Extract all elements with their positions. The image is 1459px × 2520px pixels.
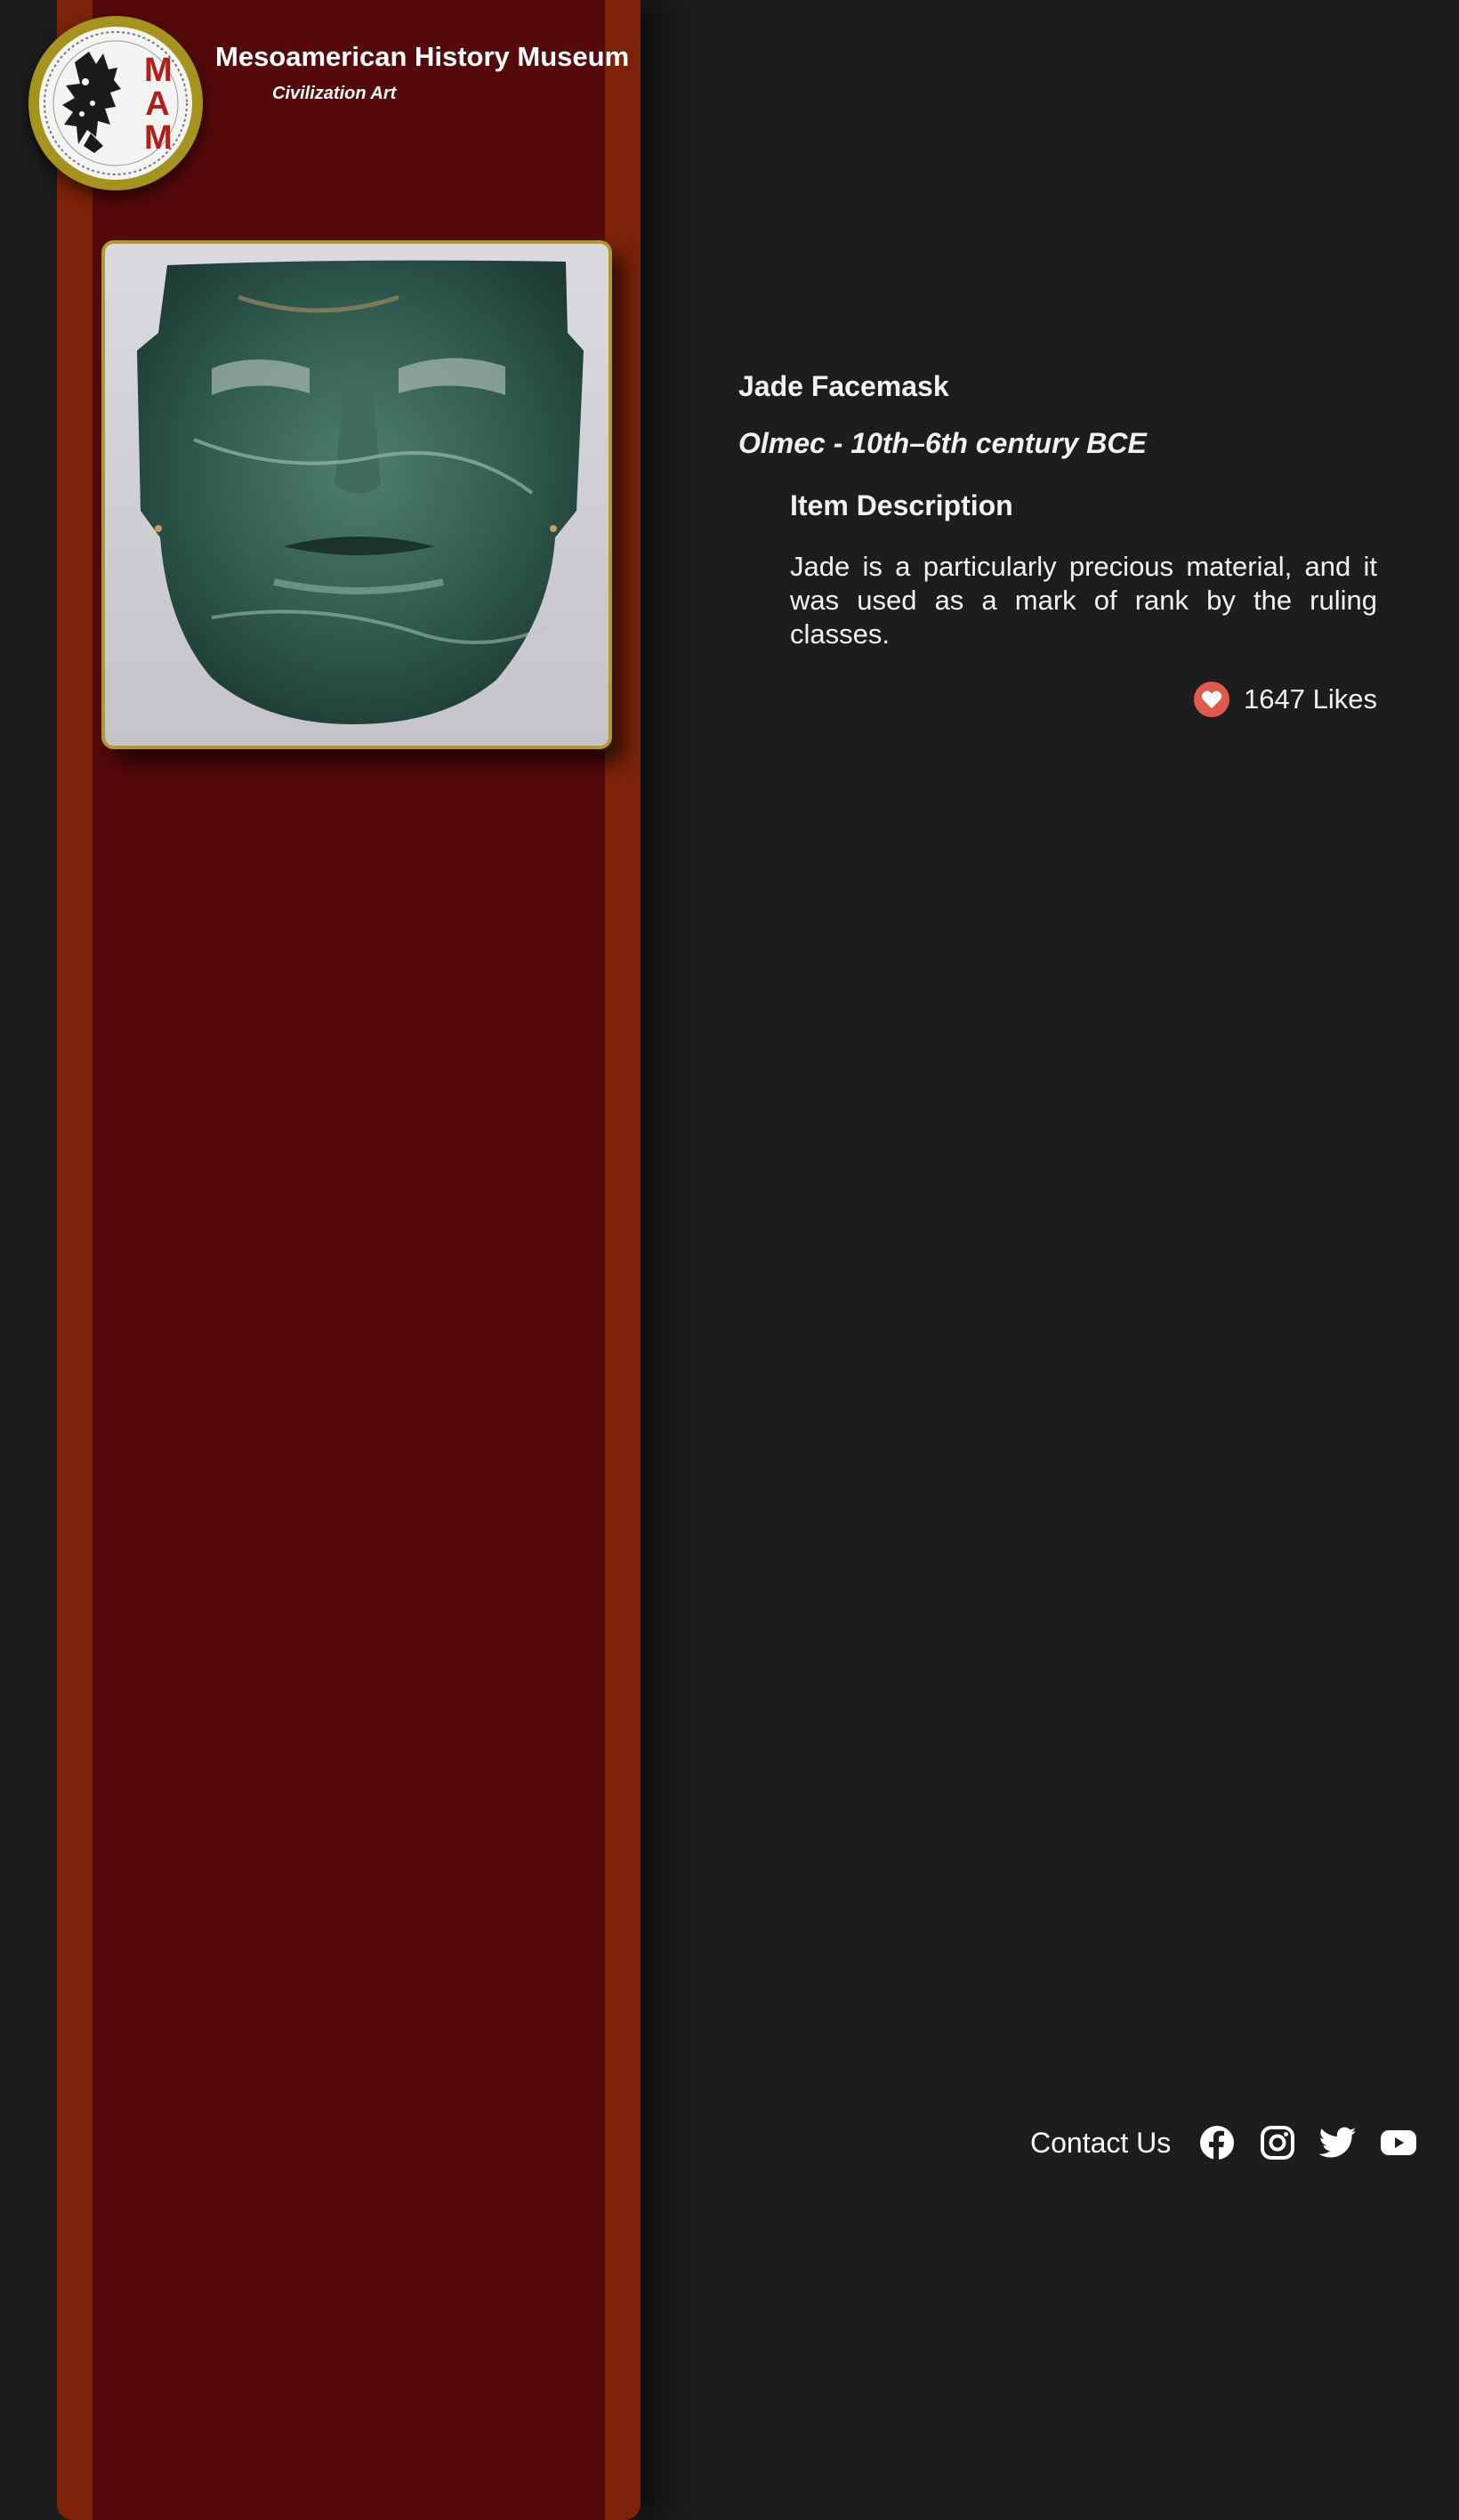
artwork-image-frame[interactable]	[101, 240, 612, 749]
footer-social-bar: Contact Us	[1030, 2123, 1439, 2162]
instagram-icon[interactable]	[1258, 2123, 1297, 2162]
museum-logo[interactable]: MAM	[28, 16, 203, 190]
item-origin: Olmec - 10th–6th century BCE	[738, 427, 1147, 459]
item-title: Jade Facemask	[738, 370, 949, 402]
item-description: Jade is a particularly precious material…	[790, 551, 1377, 650]
youtube-icon[interactable]	[1379, 2123, 1418, 2162]
facebook-icon[interactable]	[1197, 2123, 1237, 2162]
museum-subtitle: Civilization Art	[272, 84, 397, 103]
logo-letters: MAM	[144, 52, 173, 157]
contact-us-link[interactable]: Contact Us	[1030, 2127, 1171, 2160]
twitter-icon[interactable]	[1318, 2123, 1358, 2162]
description-heading: Item Description	[790, 489, 1013, 521]
like-button[interactable]	[1194, 682, 1230, 717]
jade-mask-image	[105, 244, 609, 746]
museum-title[interactable]: Mesoamerican History Museum	[215, 41, 629, 73]
likes-count: 1647 Likes	[1244, 683, 1377, 715]
heart-icon	[1201, 691, 1222, 708]
likes-section: 1647 Likes	[1194, 682, 1377, 717]
logo-emblem: MAM	[39, 27, 192, 180]
